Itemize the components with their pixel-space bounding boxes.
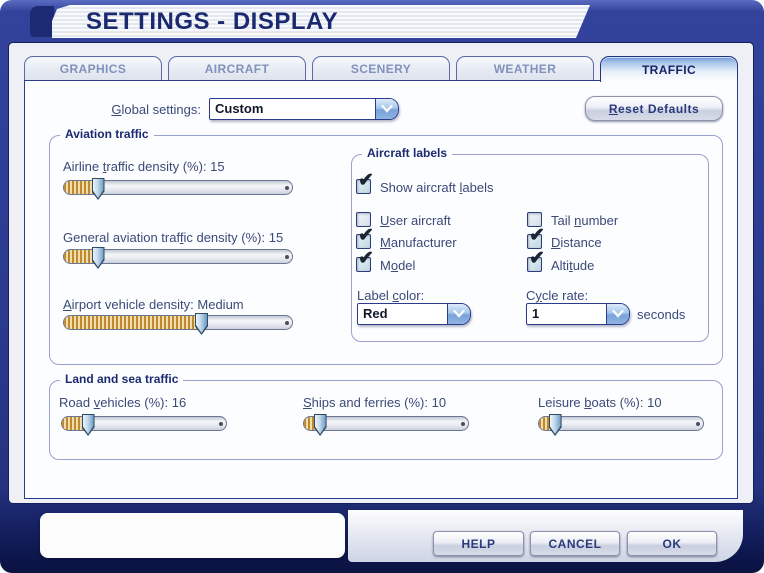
leisure-boats-label: Leisure boats (%): 10 xyxy=(538,395,662,410)
land-sea-traffic-title: Land and sea traffic xyxy=(60,372,184,386)
tab-label: TRAFFIC xyxy=(641,62,697,77)
checkbox-label[interactable]: Distance xyxy=(551,234,602,250)
slider-thumb-face xyxy=(196,314,207,333)
cycle-rate-label: Cycle rate: xyxy=(526,288,589,303)
chevron-down-icon[interactable] xyxy=(375,99,398,119)
airport-vehicle-density-slider[interactable] xyxy=(63,313,293,335)
checkbox-box[interactable]: ✔ xyxy=(356,171,374,194)
checkbox-box[interactable]: ✔ xyxy=(527,249,545,272)
general-aviation-density-slider[interactable] xyxy=(63,247,293,269)
slider-thumb[interactable] xyxy=(91,247,105,269)
reset-defaults-label: Reset Defaults xyxy=(608,101,700,116)
slider-thumb[interactable] xyxy=(548,414,562,436)
check-icon: ✔ xyxy=(529,225,545,246)
global-settings-dropdown[interactable]: Custom xyxy=(209,98,399,120)
slider-thumb-face xyxy=(314,415,326,434)
check-icon: ✔ xyxy=(358,170,374,191)
footer-blank-panel xyxy=(40,513,345,558)
show-aircraft-labels-checkbox[interactable]: ✔ Show aircraft labels xyxy=(356,171,493,195)
help-button-label: HELP xyxy=(461,536,496,551)
checkbox-label[interactable]: Altitude xyxy=(551,257,594,273)
checkbox-label[interactable]: Manufacturer xyxy=(380,234,457,250)
chevron-down-icon[interactable] xyxy=(447,304,470,324)
road-vehicles-slider[interactable] xyxy=(61,414,227,436)
ok-button-label: OK xyxy=(662,536,682,551)
cycle-rate-unit: seconds xyxy=(637,307,686,322)
tab-graphics[interactable]: GRAPHICS xyxy=(24,56,162,81)
tab-scenery[interactable]: SCENERY xyxy=(312,56,450,81)
checkbox-label[interactable]: Tail number xyxy=(551,212,618,228)
aircraft-labels-title: Aircraft labels xyxy=(362,146,453,160)
reset-defaults-button[interactable]: Reset Defaults xyxy=(585,96,723,121)
slider-thumb-face xyxy=(549,415,561,434)
ok-button[interactable]: OK xyxy=(627,531,717,556)
tab-traffic[interactable]: TRAFFIC xyxy=(600,56,738,82)
page-title: SETTINGS - DISPLAY xyxy=(86,7,339,35)
checkbox-label[interactable]: Model xyxy=(380,257,415,273)
slider-thumb[interactable] xyxy=(81,414,95,436)
label-color-dropdown[interactable]: Red xyxy=(357,303,471,325)
cancel-button[interactable]: CANCEL xyxy=(530,531,620,556)
slider-end-dot xyxy=(696,421,700,426)
airline-traffic-density-label: Airline traffic density (%): 15 xyxy=(63,159,225,174)
checkbox-box[interactable]: ✔ xyxy=(527,226,545,249)
settings-window: SETTINGS - DISPLAY GRAPHICS AIRCRAFT SCE… xyxy=(0,0,764,573)
tab-label: SCENERY xyxy=(350,62,412,76)
checkbox-box[interactable]: ✔ xyxy=(356,226,374,249)
general-aviation-density-label: General aviation traffic density (%): 15 xyxy=(63,230,284,245)
slider-end-dot xyxy=(219,421,223,426)
airport-vehicle-density-label: Airport vehicle density: Medium xyxy=(63,297,244,312)
settings-dialog: GRAPHICS AIRCRAFT SCENERY WEATHER TRAFFI… xyxy=(8,42,754,504)
global-settings-value: Custom xyxy=(215,101,264,116)
road-vehicles-label: Road vehicles (%): 16 xyxy=(59,395,187,410)
slider-thumb-face xyxy=(82,415,94,434)
altitude-checkbox[interactable]: ✔ Altitude xyxy=(527,249,594,273)
slider-track[interactable] xyxy=(538,416,704,431)
chevron-down-icon[interactable] xyxy=(606,304,629,324)
checkbox-box[interactable]: ✔ xyxy=(356,249,374,272)
slider-thumb[interactable] xyxy=(313,414,327,436)
cycle-rate-dropdown[interactable]: 1 xyxy=(526,303,630,325)
slider-thumb[interactable] xyxy=(195,313,208,335)
model-checkbox[interactable]: ✔ Model xyxy=(356,249,415,273)
slider-track[interactable] xyxy=(303,416,469,431)
airline-traffic-density-slider[interactable] xyxy=(63,178,293,200)
slider-fill xyxy=(64,316,201,329)
aviation-traffic-title: Aviation traffic xyxy=(60,127,154,141)
ships-ferries-label: Ships and ferries (%): 10 xyxy=(303,395,447,410)
slider-thumb-face xyxy=(92,179,104,198)
tab-aircraft[interactable]: AIRCRAFT xyxy=(168,56,306,81)
help-button[interactable]: HELP xyxy=(433,531,524,556)
check-icon: ✔ xyxy=(529,248,545,269)
traffic-tab-panel: Global settings: Custom Reset Defaults A… xyxy=(24,80,738,499)
tab-label: GRAPHICS xyxy=(59,62,127,76)
leisure-boats-slider[interactable] xyxy=(538,414,704,436)
cycle-rate-value: 1 xyxy=(532,306,540,321)
slider-end-dot xyxy=(461,421,465,426)
check-icon: ✔ xyxy=(358,225,374,246)
ships-ferries-slider[interactable] xyxy=(303,414,469,436)
tab-label: AIRCRAFT xyxy=(204,62,270,76)
cancel-button-label: CANCEL xyxy=(548,536,602,551)
label-color-label: Label color: xyxy=(357,288,425,303)
slider-thumb-face xyxy=(92,248,104,267)
tab-weather[interactable]: WEATHER xyxy=(456,56,594,81)
slider-thumb[interactable] xyxy=(91,178,105,200)
slider-end-dot xyxy=(285,254,289,259)
slider-end-dot xyxy=(285,320,289,325)
checkbox-label[interactable]: User aircraft xyxy=(380,212,451,228)
check-icon: ✔ xyxy=(358,248,374,269)
slider-end-dot xyxy=(285,185,289,190)
global-settings-label: Global settings: xyxy=(111,102,201,117)
tabstrip: GRAPHICS AIRCRAFT SCENERY WEATHER TRAFFI… xyxy=(24,56,738,82)
slider-track[interactable] xyxy=(63,315,293,330)
label-color-value: Red xyxy=(363,306,388,321)
titlebar-notch xyxy=(30,6,54,37)
tab-label: WEATHER xyxy=(493,62,557,76)
titlebar: SETTINGS - DISPLAY xyxy=(52,5,590,38)
checkbox-label[interactable]: Show aircraft labels xyxy=(380,179,493,195)
